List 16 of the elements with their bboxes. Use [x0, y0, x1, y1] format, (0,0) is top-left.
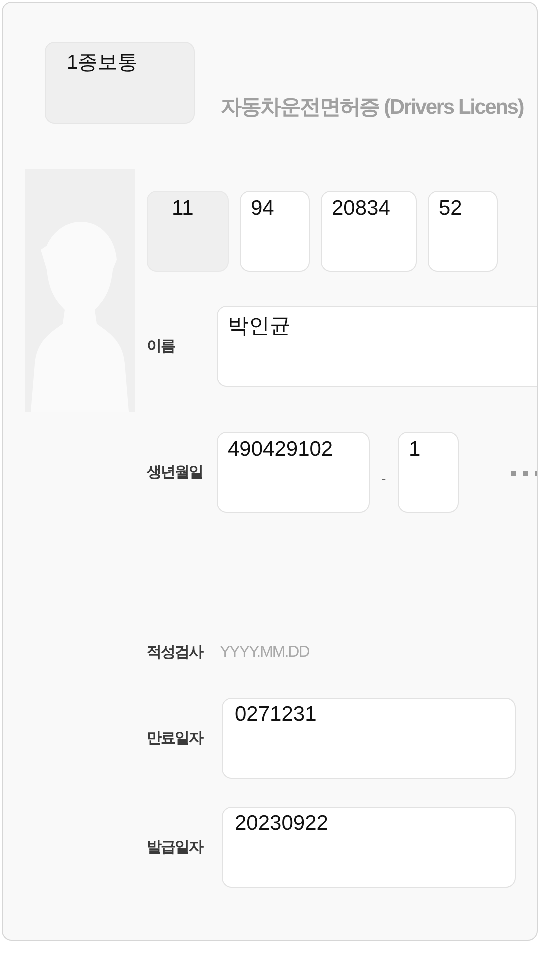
name-label: 이름 — [147, 337, 176, 356]
aptitude-test-label: 적성검사 — [147, 643, 204, 662]
name-field[interactable]: 박인균 — [217, 306, 537, 387]
birth-suffix-field[interactable]: 1 — [398, 432, 459, 513]
birth-date-field[interactable]: 490429102 — [217, 432, 370, 513]
separator-text: - — [380, 472, 388, 486]
date-label: 만료일자 — [147, 729, 204, 748]
license-class-field[interactable]: 1종보통 — [45, 42, 195, 124]
date-field[interactable]: 0271231 — [222, 698, 516, 779]
birth-date-label: 생년월일 — [147, 463, 204, 482]
date-label: 발급일자 — [147, 838, 204, 857]
license-number-field[interactable]: 20834 — [321, 191, 417, 272]
license-number-field[interactable]: 94 — [240, 191, 310, 272]
license-title: 자동차운전면허증 (Drivers Licens) — [221, 95, 524, 121]
date-field[interactable]: 20230922 — [222, 807, 516, 888]
license-number-field[interactable]: 52 — [428, 191, 498, 272]
